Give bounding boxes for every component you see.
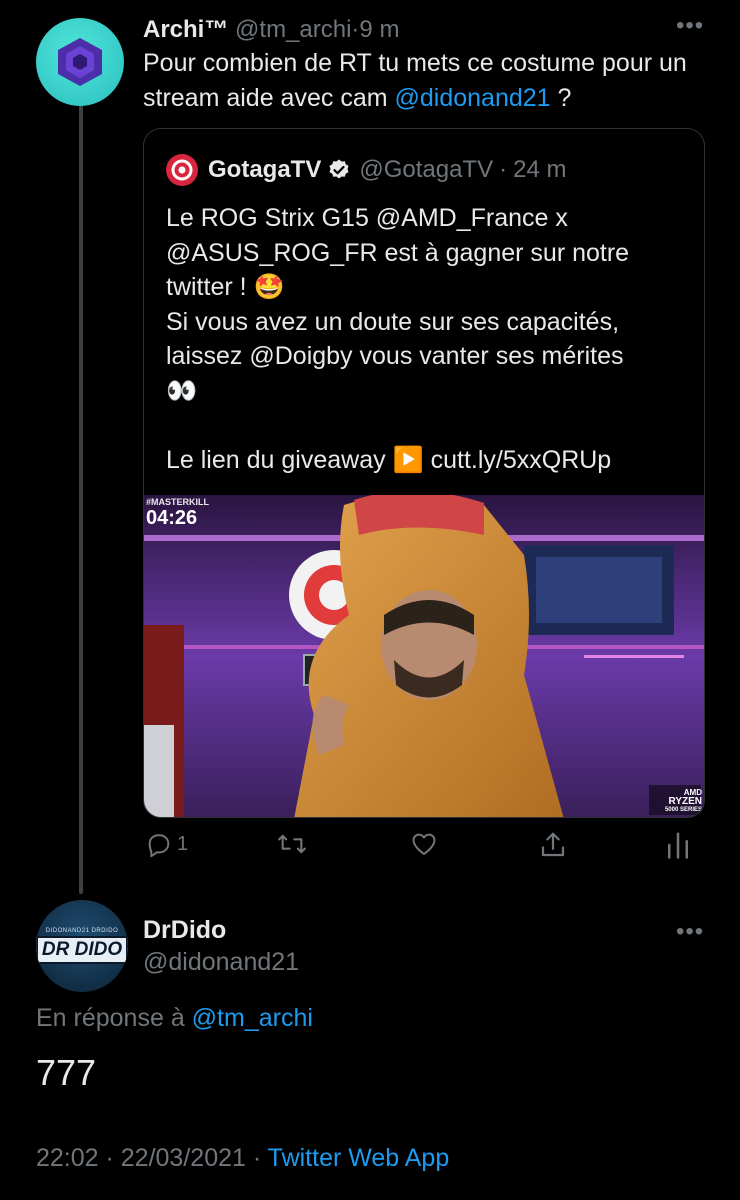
avatar-small-left: DIDONAND21 xyxy=(45,928,90,934)
overlay-hashtag: #MASTERKILL xyxy=(146,497,209,507)
reply-metadata: 22:02 · 22/03/2021 · Twitter Web App xyxy=(36,1144,449,1173)
avatar-small-right: DRDIDO xyxy=(91,928,119,934)
more-options-button[interactable]: ••• xyxy=(676,12,704,40)
tweet-header: Archi™ @tm_archi·9 m xyxy=(143,14,399,46)
video-thumbnail-image xyxy=(144,495,704,817)
author-handle[interactable]: @tm_archi xyxy=(235,16,351,43)
video-overlay-timer: #MASTERKILL 04:26 xyxy=(146,497,209,529)
retweet-icon xyxy=(278,834,306,854)
reply-author-handle[interactable]: @didonand21 xyxy=(143,948,299,977)
quoted-line: @ASUS_ROG_FR est à gagner sur notre xyxy=(166,238,630,267)
drdido-logo: DIDONAND21 DRDIDO DR DIDO xyxy=(36,928,128,964)
thread-connector-line xyxy=(79,98,83,894)
quoted-line: laissez @Doigby vous vanter ses mérites xyxy=(166,342,624,370)
mention-link[interactable]: @didonand21 xyxy=(395,84,551,112)
share-icon xyxy=(541,832,565,857)
quoted-tweet-header: GotagaTV @GotagaTV · 24 m xyxy=(166,153,566,187)
share-button[interactable] xyxy=(538,830,568,860)
quoted-tweet-card[interactable]: GotagaTV @GotagaTV · 24 m Le ROG Strix G15… xyxy=(143,128,705,818)
analytics-button[interactable] xyxy=(665,830,691,860)
retweet-button[interactable] xyxy=(276,830,308,858)
quoted-line: twitter ! 🤩 xyxy=(166,273,285,301)
tweet-text-end: ? xyxy=(550,84,572,112)
archi-avatar[interactable] xyxy=(36,18,124,106)
like-button[interactable] xyxy=(409,830,439,858)
archi-logo-icon xyxy=(58,38,102,86)
avatar-small-text: DIDONAND21 DRDIDO xyxy=(36,928,128,934)
replying-to-link[interactable]: @tm_archi xyxy=(192,1004,313,1032)
quoted-author-name: GotagaTV xyxy=(208,156,322,183)
amd-ryzen-logo: AMD RYZEN 5000 SERIES xyxy=(665,788,702,815)
quoted-tweet-time: 24 m xyxy=(513,156,567,183)
quoted-tweet-video[interactable]: #MASTERKILL 04:26 AMD RYZEN 5000 SERIES xyxy=(144,495,704,817)
quoted-line: Si vous avez un doute sur ses capacités, xyxy=(166,307,620,336)
avatar-wordmark: DR DIDO xyxy=(36,936,128,964)
reply-author-name[interactable]: DrDido xyxy=(143,916,226,945)
analytics-icon xyxy=(668,832,688,859)
quoted-line: Le ROG Strix G15 @AMD_France x xyxy=(166,204,568,232)
author-name[interactable]: Archi™ xyxy=(143,16,228,43)
tweet-text: Pour combien de RT tu mets ce costume po… xyxy=(143,46,723,116)
overlay-countdown: 04:26 xyxy=(146,507,198,529)
reply-count: 1 xyxy=(177,832,189,855)
quoted-author-handle: @GotagaTV xyxy=(359,156,494,183)
reply-text: 777 xyxy=(36,1052,97,1093)
quoted-line-blank xyxy=(166,408,686,443)
quoted-line: Le lien du giveaway ▶️ cutt.ly/5xxQRUp xyxy=(166,445,612,474)
quoted-tweet-text: Le ROG Strix G15 @AMD_France x @ASUS_ROG… xyxy=(166,201,686,477)
replying-prefix: En réponse à xyxy=(36,1004,192,1032)
gotaga-avatar xyxy=(166,154,198,186)
reply-more-options-button[interactable]: ••• xyxy=(676,918,704,946)
reply-button[interactable]: 1 xyxy=(145,830,188,858)
quoted-separator: · xyxy=(499,156,508,183)
tweet-time[interactable]: 9 m xyxy=(359,16,399,43)
reply-icon xyxy=(148,834,170,858)
reply-timestamp[interactable]: 22:02 · 22/03/2021 · xyxy=(36,1144,268,1172)
gotaga-logo-icon xyxy=(171,159,193,181)
verified-badge-icon xyxy=(329,159,349,179)
quoted-line: 👀 xyxy=(166,376,198,405)
like-icon xyxy=(412,833,436,855)
brand-line-2: RYZEN xyxy=(668,796,702,807)
tweet-actions: 1 xyxy=(143,828,698,868)
replying-to: En réponse à @tm_archi xyxy=(36,1004,313,1033)
reply-source-link[interactable]: Twitter Web App xyxy=(268,1144,450,1172)
drdido-avatar[interactable]: DIDONAND21 DRDIDO DR DIDO xyxy=(36,900,128,992)
brand-line-3: 5000 SERIES xyxy=(664,807,702,813)
